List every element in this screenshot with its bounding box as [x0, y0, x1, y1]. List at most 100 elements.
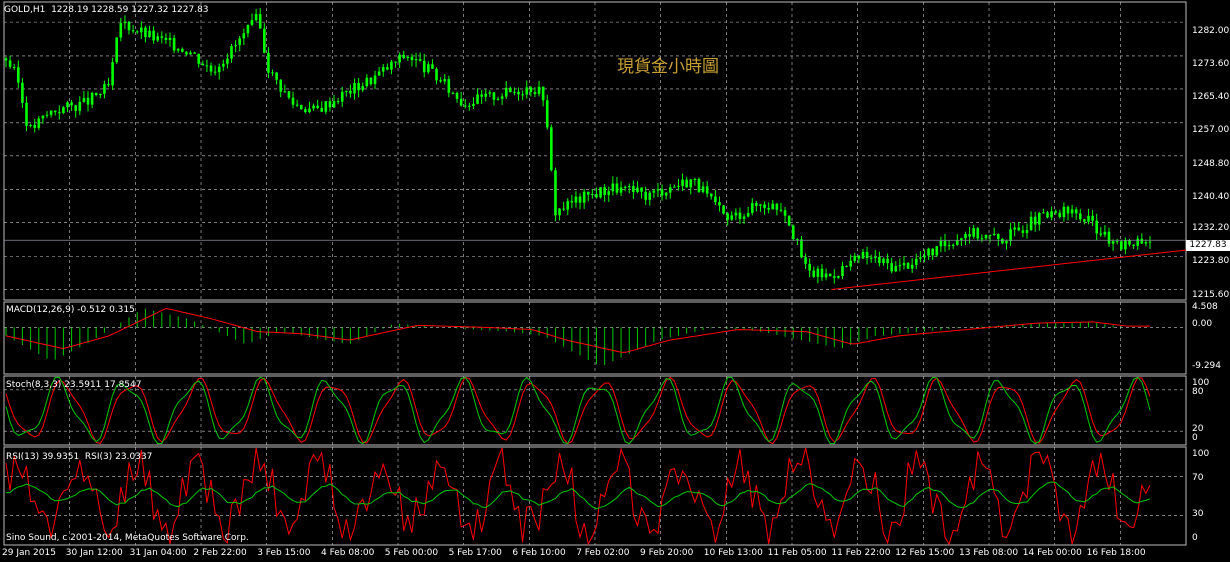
candle-body [156, 36, 160, 41]
candle-body [263, 28, 266, 53]
candle-body [484, 93, 488, 97]
candle-body [435, 68, 438, 81]
candle-body [607, 191, 611, 195]
time-tick: 14 Feb 00:00 [1022, 548, 1082, 558]
symbol-header: GOLD,H1 1228.19 1228.59 1227.32 1227.83 [4, 5, 209, 15]
time-tick: 5 Feb 17:00 [448, 548, 502, 558]
candle-body [562, 208, 565, 210]
candle-body [1042, 212, 1045, 214]
candle-body [828, 273, 832, 277]
candle-body [1009, 229, 1012, 242]
candle-body [1148, 241, 1152, 243]
candle-body [1128, 240, 1131, 245]
candle-body [718, 202, 721, 206]
candle-body [304, 109, 307, 113]
candle-body [222, 63, 225, 67]
candle-body [53, 110, 57, 113]
candle-body [906, 263, 910, 269]
candle-body [890, 263, 893, 272]
candle-body [369, 77, 373, 85]
candle-body [812, 270, 816, 277]
candle-body [541, 86, 545, 101]
candle-body [611, 183, 615, 192]
candle-body [660, 189, 664, 196]
candle-body [677, 185, 680, 187]
candle-body [451, 92, 455, 94]
chart-window[interactable]: GOLD,H1 1228.19 1228.59 1227.32 1227.83 … [0, 0, 1230, 562]
candle-body [127, 21, 131, 31]
candle-body [951, 244, 955, 246]
candle-body [1115, 241, 1119, 243]
candle-body [1136, 238, 1139, 246]
candle-body [135, 31, 139, 33]
candle-body [345, 90, 348, 92]
candle-body [886, 258, 889, 264]
candle-body [800, 239, 803, 258]
candle-body [45, 114, 49, 116]
candle-body [808, 263, 811, 271]
candle-body [640, 187, 643, 192]
candle-body [533, 92, 537, 94]
candle-body [972, 228, 975, 237]
candle-body [8, 60, 12, 67]
candle-body [566, 201, 570, 210]
candle-body [431, 64, 434, 69]
candle-body [176, 48, 180, 51]
candle-body [332, 101, 336, 108]
candle-body [197, 53, 201, 64]
candle-body [295, 104, 299, 106]
candle-body [209, 65, 213, 72]
price-tick: 1232.20 [1192, 223, 1230, 233]
candle-body [21, 82, 24, 103]
candle-body [74, 105, 78, 111]
candle-body [750, 203, 754, 213]
candle-body [86, 97, 90, 105]
candle-body [955, 240, 959, 245]
candle-body [615, 183, 619, 193]
price-tick: 1273.60 [1192, 59, 1230, 69]
candle-body [279, 79, 283, 92]
candle-body [1091, 215, 1094, 221]
candle-body [935, 246, 939, 256]
candle-body [509, 87, 512, 93]
candle-body [349, 90, 352, 94]
candle-body [107, 84, 110, 86]
candle-body [373, 75, 377, 85]
price-tick: 1223.80 [1192, 256, 1230, 266]
candle-body [775, 203, 779, 210]
time-tick: 11 Feb 22:00 [831, 548, 891, 558]
time-tick: 16 Feb 18:00 [1086, 548, 1146, 558]
candle-body [599, 187, 602, 198]
candle-body [693, 179, 697, 181]
candle-body [525, 87, 529, 95]
candle-body [37, 118, 41, 128]
pane-border [3, 375, 1187, 446]
candle-body [902, 263, 906, 266]
candle-body [70, 102, 73, 106]
candle-body [201, 63, 205, 66]
candle-body [648, 192, 652, 200]
price-tick: 1257.00 [1192, 125, 1230, 135]
candle-body [755, 203, 758, 206]
candle-body [1066, 206, 1070, 214]
chart-canvas[interactable] [0, 0, 1230, 562]
candle-body [586, 191, 590, 195]
rsi-tick: 70 [1192, 473, 1204, 483]
candle-body [787, 215, 791, 226]
rsi-fast-line [5, 447, 1151, 546]
candle-body [894, 266, 898, 272]
time-tick: 2 Feb 22:00 [193, 548, 247, 558]
time-tick: 7 Feb 02:00 [576, 548, 630, 558]
candle-body [714, 196, 717, 203]
candle-body [726, 213, 729, 220]
stoch-tick: 80 [1192, 387, 1204, 397]
candle-body [25, 102, 28, 126]
price-tick: 1240.40 [1192, 192, 1230, 202]
candle-body [324, 101, 328, 112]
candle-body [595, 194, 598, 198]
candle-body [623, 186, 627, 188]
candle-body [439, 80, 442, 82]
candle-body [443, 79, 447, 82]
candle-body [152, 30, 155, 41]
price-tick: 1248.80 [1192, 159, 1230, 169]
